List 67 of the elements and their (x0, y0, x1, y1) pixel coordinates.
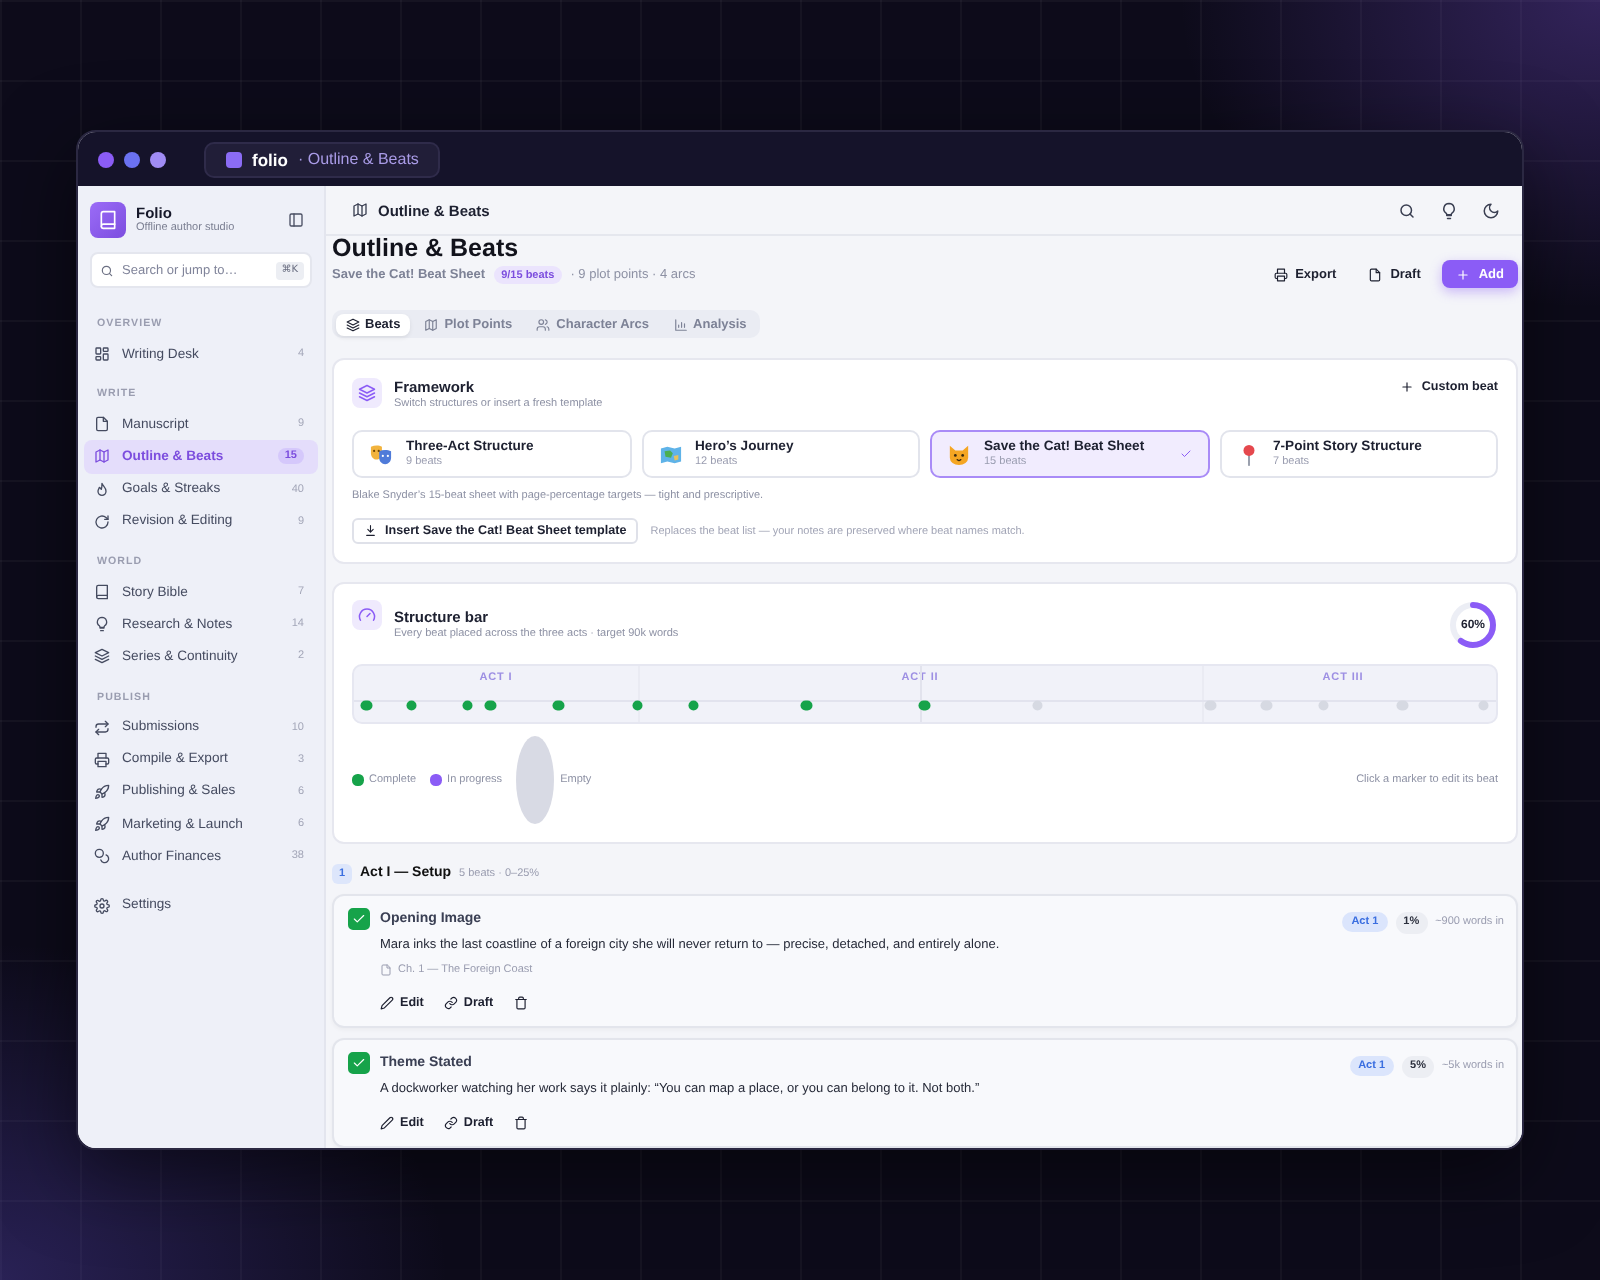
grid-icon (94, 346, 110, 363)
beat-marker[interactable] (1477, 699, 1489, 711)
layers-icon (94, 648, 110, 665)
map-icon (352, 202, 368, 218)
moon-icon[interactable] (1481, 201, 1499, 219)
rocket-icon (94, 816, 110, 833)
plus-icon (1399, 380, 1414, 394)
chart-icon (673, 317, 688, 331)
flame-icon (94, 481, 110, 498)
map-icon (659, 443, 681, 465)
coins-icon (94, 848, 110, 865)
book-icon (90, 202, 126, 238)
beat-marker[interactable] (1031, 699, 1043, 711)
beat-checkbox[interactable] (348, 908, 370, 930)
trash-icon (513, 995, 528, 1009)
beat-marker[interactable] (919, 699, 931, 711)
pencil-icon (380, 995, 394, 1009)
refresh-icon (94, 513, 110, 530)
users-icon (536, 317, 551, 331)
link-icon (443, 995, 458, 1009)
check-icon (352, 1056, 366, 1070)
beat-marker[interactable] (462, 699, 474, 711)
document-icon (94, 416, 110, 433)
beat-marker[interactable] (405, 699, 417, 711)
cat-face-icon (948, 443, 970, 465)
beat-marker[interactable] (687, 699, 699, 711)
beat-marker[interactable] (484, 699, 496, 711)
search-icon (100, 263, 114, 277)
search-icon[interactable] (1397, 201, 1415, 219)
rocket-icon (94, 783, 110, 800)
panel-icon[interactable] (288, 212, 304, 228)
book-icon (94, 584, 110, 601)
printer-icon (94, 751, 110, 768)
beat-marker[interactable] (800, 699, 812, 711)
gauge-icon (352, 600, 382, 630)
download-icon (364, 524, 377, 538)
document-icon (1368, 267, 1383, 281)
check-icon (1179, 448, 1191, 460)
trash-icon (513, 1115, 528, 1129)
map-icon (94, 448, 110, 465)
map-icon (424, 317, 439, 331)
beat-marker[interactable] (1260, 699, 1272, 711)
page-title: Outline & Beats (332, 236, 521, 262)
pencil-icon (380, 1115, 394, 1129)
beat-marker[interactable] (631, 699, 643, 711)
window-tab[interactable]: folio · Outline & Beats (204, 141, 441, 177)
app-icon (226, 151, 242, 167)
beat-checkbox[interactable] (348, 1052, 370, 1074)
app-name: folio (252, 149, 288, 169)
beat-marker[interactable] (1204, 699, 1216, 711)
lightbulb-icon[interactable] (1439, 201, 1457, 219)
link-icon (443, 1115, 458, 1129)
layers-icon (352, 378, 382, 408)
theater-masks-icon (370, 443, 392, 465)
beat-marker[interactable] (1318, 699, 1330, 711)
layers-icon (345, 317, 359, 331)
window-title: · Outline & Beats (297, 150, 419, 168)
document-icon (380, 964, 392, 976)
arrows-icon (94, 719, 110, 736)
beat-marker[interactable] (360, 699, 372, 711)
settings-icon (94, 897, 110, 914)
check-icon (352, 912, 366, 926)
printer-icon (1273, 267, 1288, 281)
beat-marker[interactable] (552, 699, 564, 711)
plus-icon (1456, 267, 1471, 281)
lightbulb-icon (94, 616, 110, 633)
beat-marker[interactable] (1397, 699, 1409, 711)
